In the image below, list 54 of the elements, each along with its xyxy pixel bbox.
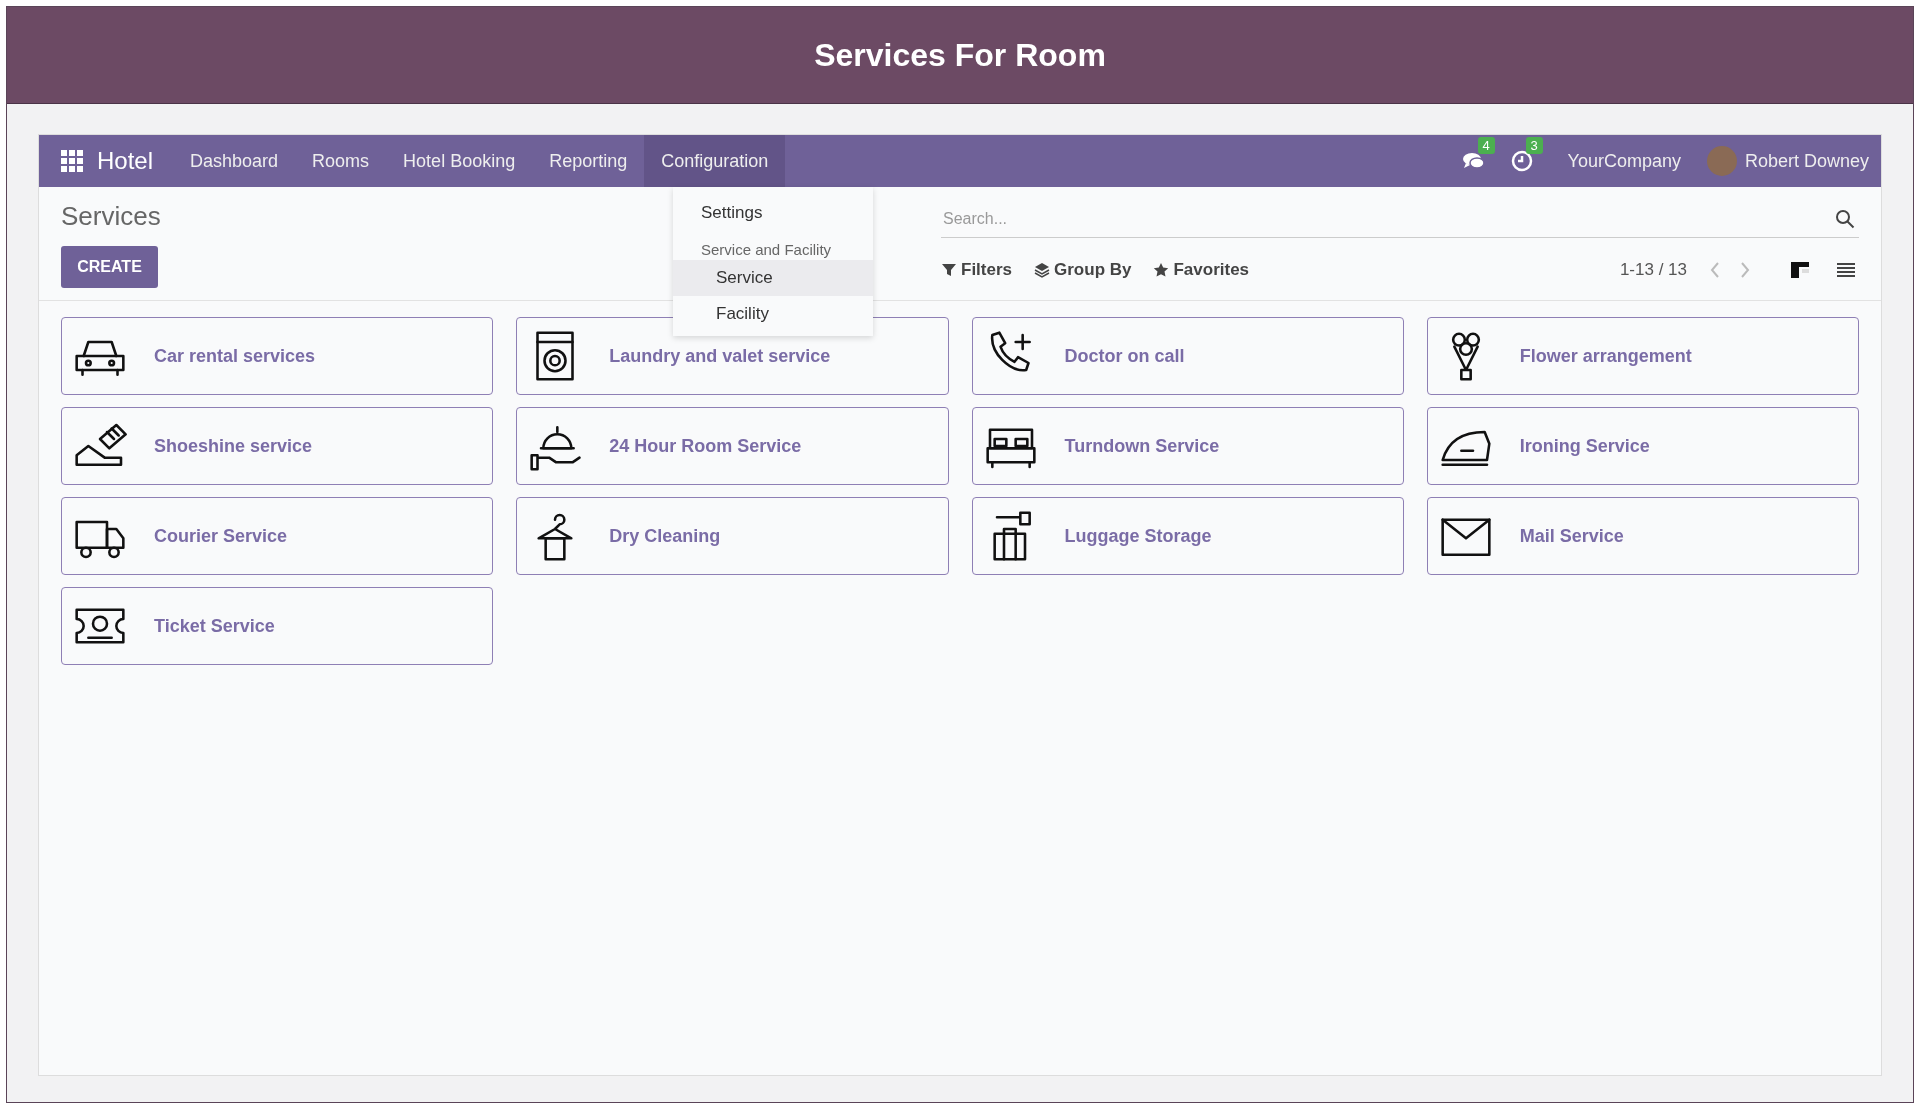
view-title: Services [61,201,161,232]
service-name: Dry Cleaning [609,525,721,547]
clock-icon[interactable] [1509,149,1534,173]
app-name[interactable]: Hotel [97,147,154,175]
service-name: Ticket Service [154,615,275,637]
filter-toolbar-button[interactable]: Filters [941,260,1013,280]
search-field[interactable]: Search... [941,209,1835,229]
service-card[interactable]: Dry Cleaning [516,497,949,575]
service-name: Turndown Service [1064,435,1220,457]
dropdown-item[interactable]: Settings [673,195,873,231]
list-icon [1836,260,1856,280]
service-name: Mail Service [1519,525,1624,547]
filter-toolbar-button[interactable]: Group By [1034,260,1132,280]
create-button[interactable]: CREATE [61,246,158,288]
service-card[interactable]: Luggage Storage [971,497,1404,575]
service-card[interactable]: Ironing Service [1426,407,1859,485]
service-card[interactable]: 24 Hour Room Service [516,407,949,485]
service-card[interactable]: Flower arrangement [1426,317,1859,395]
menu-item[interactable]: Configuration [644,135,786,187]
service-name: Ironing Service [1519,435,1650,457]
filter-toolbar-button[interactable]: Favorites [1153,260,1250,280]
menu-item[interactable]: Dashboard [173,135,296,187]
search-icon[interactable] [1835,209,1855,229]
menu-item[interactable]: Reporting [532,135,645,187]
dropdown-item[interactable]: Service [673,260,873,296]
pager-count: 1-13 / 13 [1619,260,1687,280]
funnel-icon [941,262,957,278]
layers-icon [1034,262,1051,278]
service-name: Flower arrangement [1519,345,1692,367]
apps-grid-icon[interactable] [61,150,83,172]
service-card[interactable]: Turndown Service [971,407,1404,485]
menu-item[interactable]: Rooms [295,135,387,187]
service-card[interactable]: Shoeshine service [61,407,494,485]
service-name: Doctor on call [1064,345,1185,367]
service-card[interactable]: Mail Service [1426,497,1859,575]
menu-section-header: Service and Facility [700,240,833,260]
star-icon [1153,262,1170,278]
service-name: Laundry and valet service [609,345,831,367]
company-name[interactable]: YourCompany [1567,150,1681,172]
service-card[interactable]: Car rental services [61,317,494,395]
service-name: Shoeshine service [154,435,313,457]
page-title: Services For Room [814,36,1106,74]
service-name: Car rental services [154,345,316,367]
activity-count-badge: 3 [1525,137,1543,154]
service-card[interactable]: Ticket Service [61,587,494,665]
message-count-badge: 4 [1477,137,1495,154]
service-name: Luggage Storage [1064,525,1212,547]
kanban-icon [1790,260,1810,280]
service-card[interactable]: Courier Service [61,497,494,575]
service-name: Courier Service [154,525,288,547]
menu-item[interactable]: Hotel Booking [386,135,533,187]
service-name: 24 Hour Room Service [609,435,802,457]
user-name[interactable]: Robert Downey [1744,150,1869,172]
service-card[interactable]: Doctor on call [971,317,1404,395]
